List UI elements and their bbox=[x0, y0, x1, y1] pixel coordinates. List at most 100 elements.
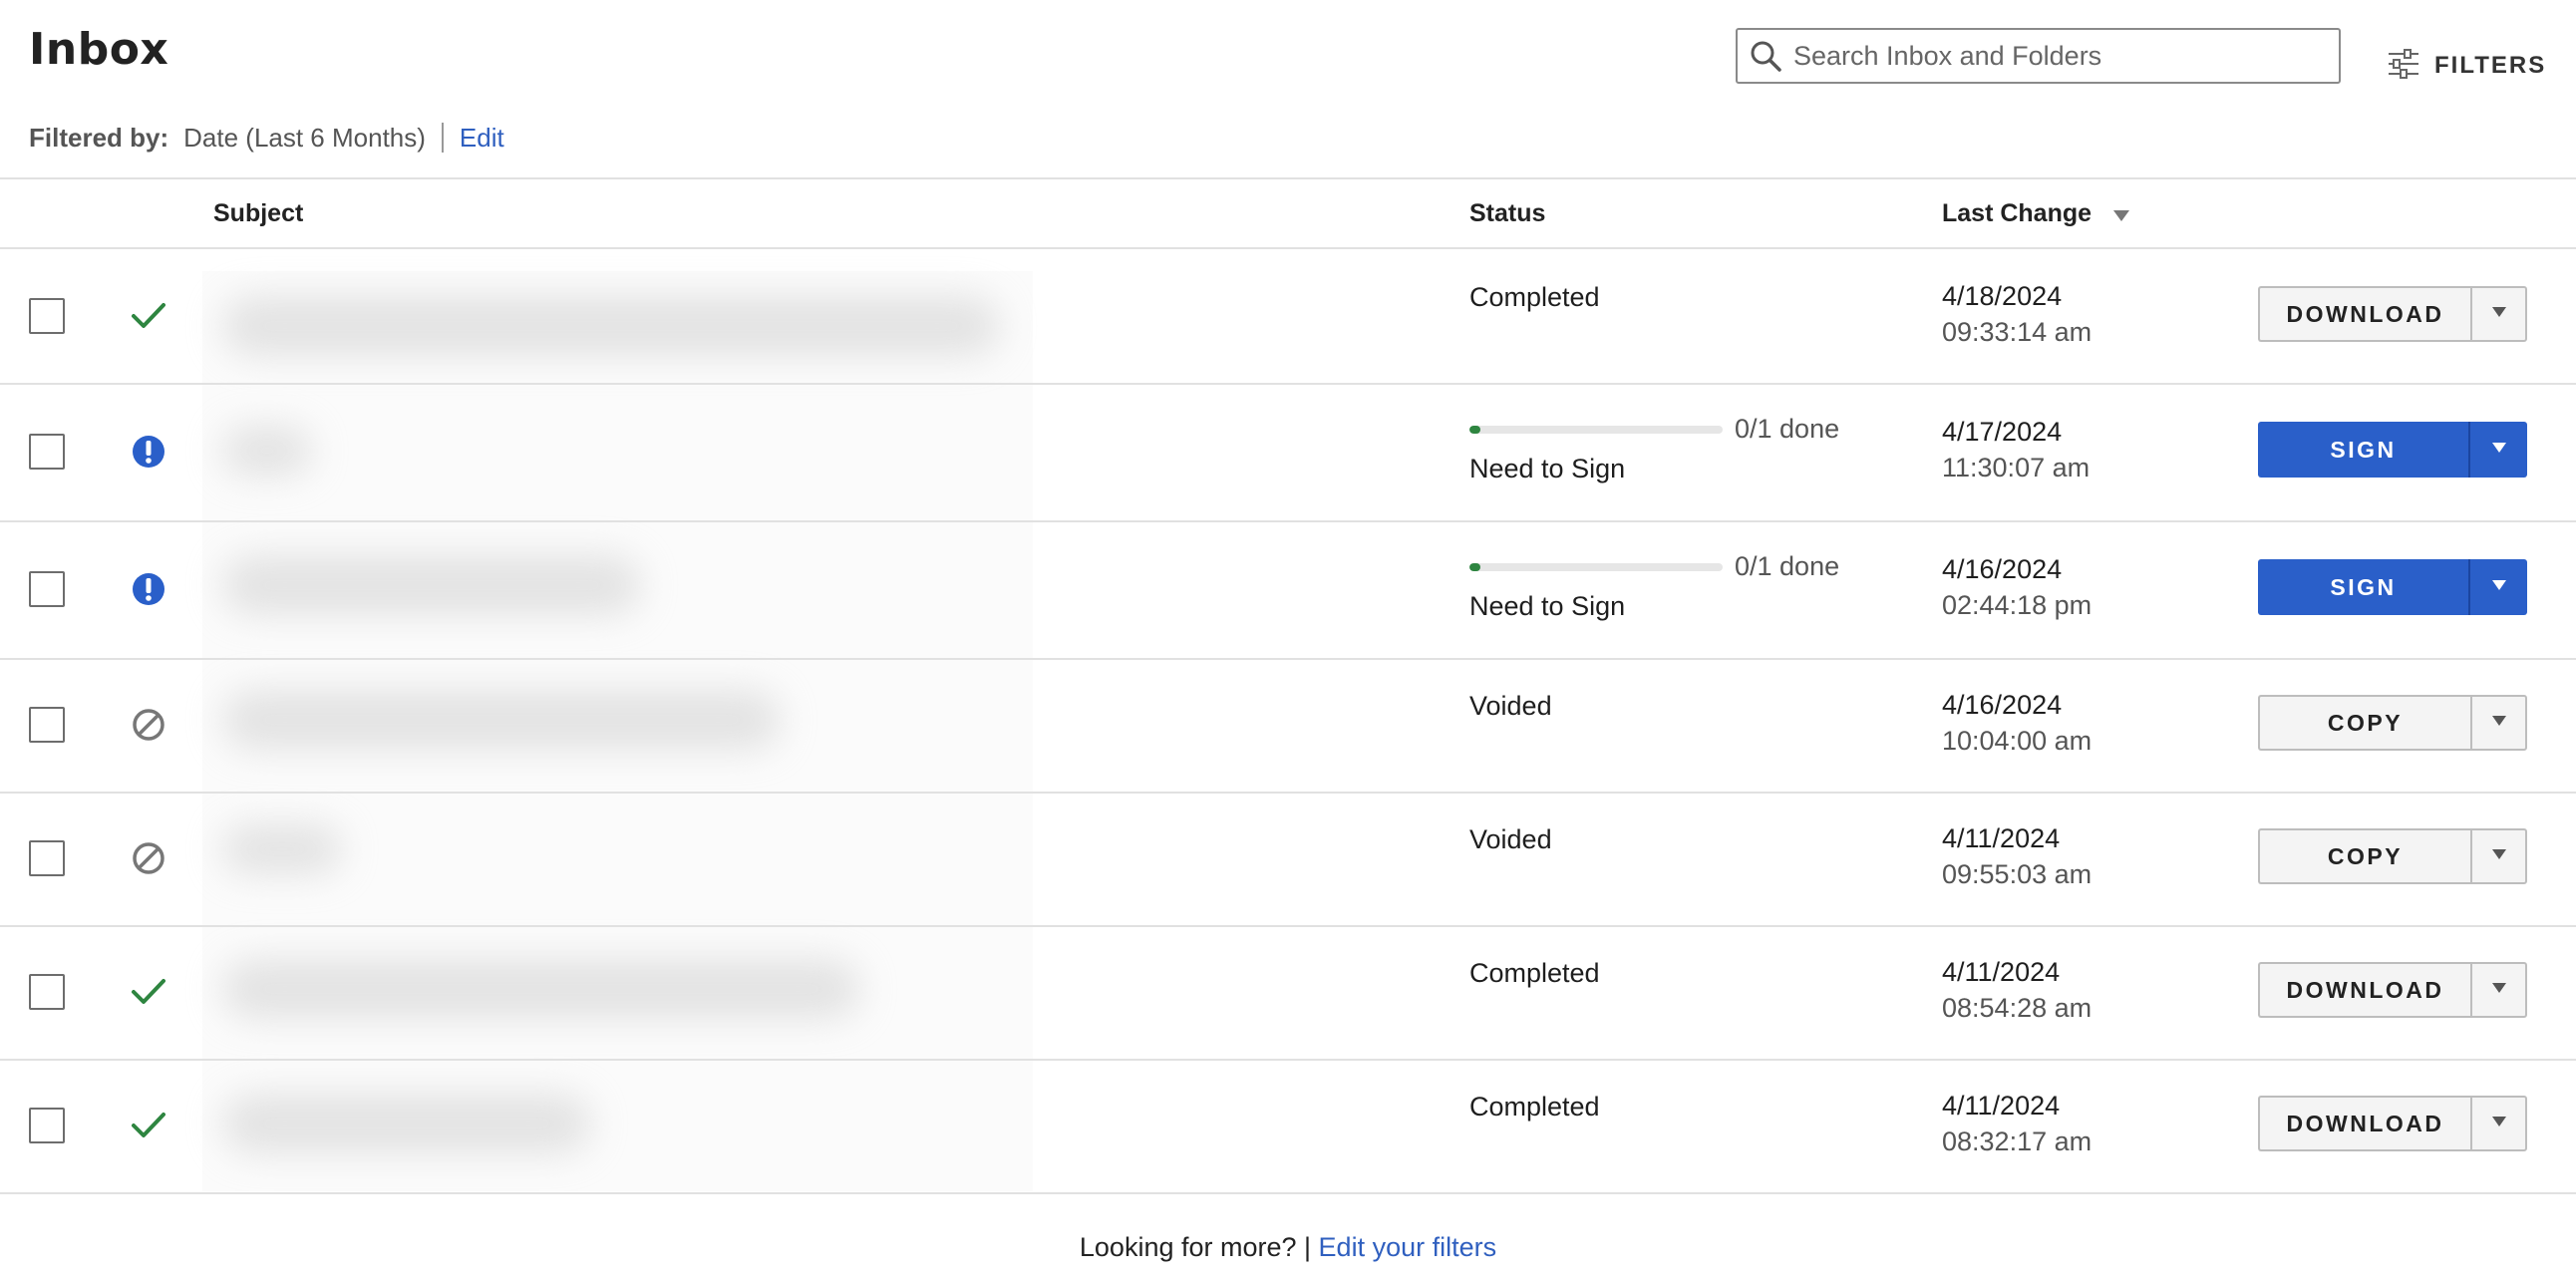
row-action-dropdown[interactable] bbox=[2470, 695, 2527, 751]
divider bbox=[0, 520, 2576, 522]
void-icon bbox=[129, 705, 168, 745]
last-change-time: 10:04:00 am bbox=[1942, 726, 2093, 756]
row-action-group[interactable]: DOWNLOAD bbox=[2258, 1096, 2527, 1151]
divider bbox=[0, 247, 2576, 249]
row-action-group[interactable]: COPY bbox=[2258, 695, 2527, 751]
status-text: Voided bbox=[1469, 691, 1552, 721]
download-button[interactable]: DOWNLOAD bbox=[2258, 286, 2470, 342]
copy-button[interactable]: COPY bbox=[2258, 828, 2470, 884]
divider bbox=[0, 1192, 2576, 1194]
caret-down-icon bbox=[2491, 441, 2507, 459]
column-header-last-change-label: Last Change bbox=[1942, 199, 2093, 227]
caret-down-icon bbox=[2491, 714, 2507, 732]
row-action-dropdown[interactable] bbox=[2470, 559, 2527, 615]
edit-filter-link[interactable]: Edit bbox=[460, 123, 504, 154]
search-input[interactable] bbox=[1793, 32, 2339, 80]
check-icon bbox=[129, 972, 168, 1012]
status-text: Completed bbox=[1469, 958, 1600, 988]
divider bbox=[0, 925, 2576, 927]
row-action-group[interactable]: DOWNLOAD bbox=[2258, 286, 2527, 342]
last-change-date: 4/11/2024 bbox=[1942, 1091, 2061, 1121]
row-action-dropdown[interactable] bbox=[2470, 962, 2527, 1018]
row-checkbox[interactable] bbox=[29, 571, 65, 607]
last-change: 4/11/2024 08:32:17 am bbox=[1942, 1088, 2092, 1159]
row-checkbox[interactable] bbox=[29, 707, 65, 743]
last-change-date: 4/11/2024 bbox=[1942, 957, 2061, 987]
row-action-group[interactable]: SIGN bbox=[2258, 422, 2527, 478]
sign-button[interactable]: SIGN bbox=[2258, 559, 2470, 615]
status-text: Need to Sign bbox=[1469, 454, 1626, 483]
filter-value: Date (Last 6 Months) bbox=[183, 122, 426, 153]
status-text: Need to Sign bbox=[1469, 591, 1626, 621]
last-change: 4/11/2024 09:55:03 am bbox=[1942, 820, 2092, 892]
filters-button[interactable]: FILTERS bbox=[2387, 44, 2546, 88]
filter-label: Filtered by: bbox=[29, 122, 169, 153]
progress-indicator: 0/1 done bbox=[1469, 414, 1839, 445]
download-button[interactable]: DOWNLOAD bbox=[2258, 962, 2470, 1018]
row-action-group[interactable]: DOWNLOAD bbox=[2258, 962, 2527, 1018]
last-change-date: 4/17/2024 bbox=[1942, 417, 2063, 447]
download-button[interactable]: DOWNLOAD bbox=[2258, 1096, 2470, 1151]
row-action-dropdown[interactable] bbox=[2470, 828, 2527, 884]
footer-text: Looking for more? | bbox=[1079, 1232, 1312, 1262]
last-change-time: 09:33:14 am bbox=[1942, 317, 2093, 347]
last-change-date: 4/18/2024 bbox=[1942, 281, 2063, 311]
last-change: 4/11/2024 08:54:28 am bbox=[1942, 954, 2092, 1026]
last-change: 4/16/2024 10:04:00 am bbox=[1942, 687, 2092, 759]
sign-button[interactable]: SIGN bbox=[2258, 422, 2470, 478]
footer: Looking for more? | Edit your filters bbox=[0, 1232, 2576, 1263]
last-change-date: 4/16/2024 bbox=[1942, 554, 2063, 584]
sliders-icon bbox=[2387, 48, 2420, 85]
caret-down-icon bbox=[2491, 981, 2507, 999]
divider bbox=[0, 177, 2576, 179]
divider bbox=[0, 658, 2576, 660]
last-change-date: 4/16/2024 bbox=[1942, 690, 2063, 720]
status-text: Voided bbox=[1469, 824, 1552, 854]
alert-icon bbox=[129, 432, 168, 472]
last-change-time: 08:32:17 am bbox=[1942, 1126, 2093, 1156]
column-header-last-change[interactable]: Last Change bbox=[1942, 199, 2130, 229]
progress-bar bbox=[1469, 562, 1723, 571]
caret-down-icon bbox=[2491, 305, 2507, 323]
row-checkbox[interactable] bbox=[29, 1108, 65, 1143]
row-action-group[interactable]: COPY bbox=[2258, 828, 2527, 884]
row-action-dropdown[interactable] bbox=[2470, 286, 2527, 342]
last-change-time: 08:54:28 am bbox=[1942, 993, 2093, 1023]
caret-down-icon bbox=[2491, 578, 2507, 596]
search-icon bbox=[1738, 30, 1793, 82]
column-header-subject[interactable]: Subject bbox=[213, 199, 303, 228]
filter-summary: Filtered by: Date (Last 6 Months) Edit bbox=[29, 118, 504, 158]
status-text: Completed bbox=[1469, 282, 1600, 312]
filters-label: FILTERS bbox=[2434, 52, 2547, 79]
caret-down-icon bbox=[2491, 847, 2507, 865]
divider bbox=[441, 123, 444, 153]
row-action-dropdown[interactable] bbox=[2470, 1096, 2527, 1151]
row-checkbox[interactable] bbox=[29, 298, 65, 334]
sort-desc-icon[interactable] bbox=[2112, 200, 2130, 229]
progress-indicator: 0/1 done bbox=[1469, 551, 1839, 582]
last-change-time: 11:30:07 am bbox=[1942, 453, 2091, 482]
divider bbox=[0, 1059, 2576, 1061]
page-title: Inbox bbox=[29, 24, 169, 75]
last-change: 4/17/2024 11:30:07 am bbox=[1942, 414, 2090, 485]
copy-button[interactable]: COPY bbox=[2258, 695, 2470, 751]
last-change-time: 02:44:18 pm bbox=[1942, 590, 2093, 620]
redacted-subjects bbox=[202, 271, 1033, 1191]
column-header-status[interactable]: Status bbox=[1469, 199, 1545, 228]
row-action-group[interactable]: SIGN bbox=[2258, 559, 2527, 615]
progress-text: 0/1 done bbox=[1735, 414, 1840, 444]
row-action-dropdown[interactable] bbox=[2470, 422, 2527, 478]
divider bbox=[0, 792, 2576, 794]
last-change-time: 09:55:03 am bbox=[1942, 859, 2093, 889]
alert-icon bbox=[129, 569, 168, 609]
row-checkbox[interactable] bbox=[29, 974, 65, 1010]
row-checkbox[interactable] bbox=[29, 434, 65, 470]
progress-text: 0/1 done bbox=[1735, 551, 1840, 581]
caret-down-icon bbox=[2491, 1115, 2507, 1132]
edit-filters-link[interactable]: Edit your filters bbox=[1319, 1232, 1497, 1262]
check-icon bbox=[129, 1106, 168, 1145]
search-box[interactable] bbox=[1736, 28, 2341, 84]
progress-bar bbox=[1469, 425, 1723, 434]
status-text: Completed bbox=[1469, 1092, 1600, 1122]
row-checkbox[interactable] bbox=[29, 840, 65, 876]
